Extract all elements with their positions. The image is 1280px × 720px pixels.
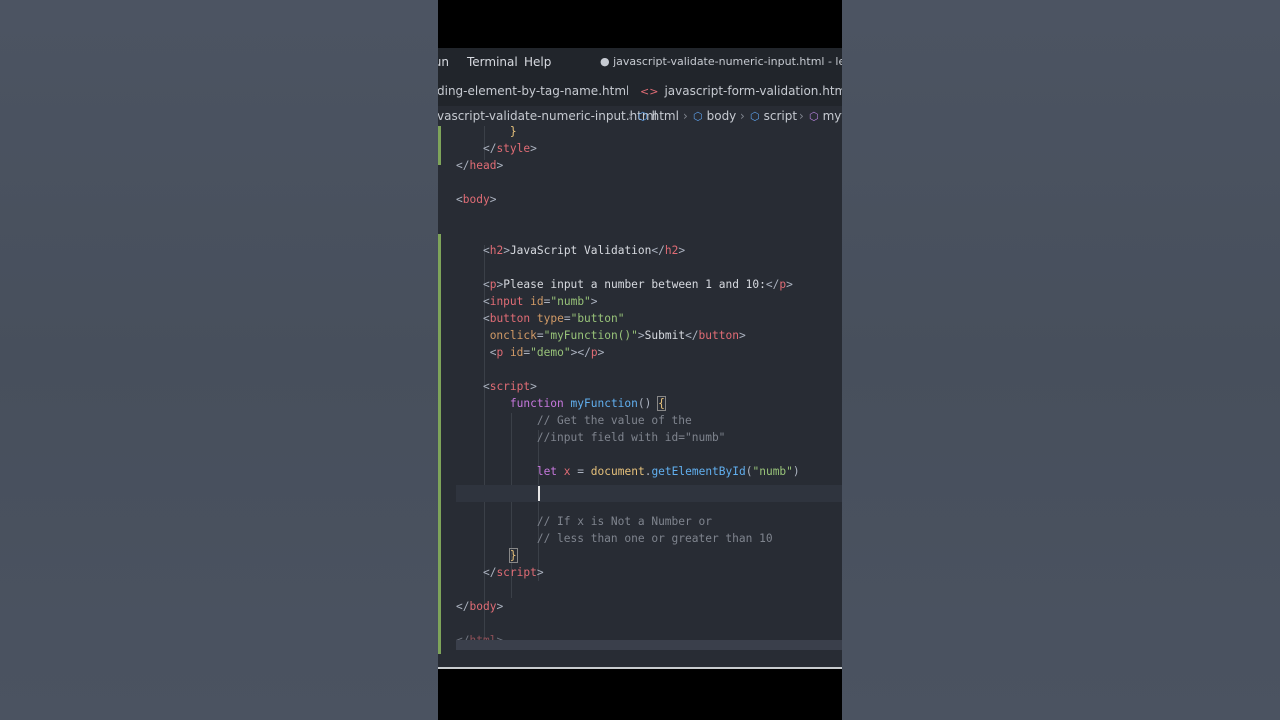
html-file-icon: <> [640,85,659,98]
function-icon: ⬡ [809,110,819,123]
tab-form-validation[interactable]: <> javascript-form-validation.html [628,76,842,106]
chevron-right-icon: › [683,109,688,123]
window-title: ● javascript-validate-numeric-input.html… [600,55,842,68]
tab-label: ding-element-by-tag-name.html [438,84,630,98]
code-editor[interactable]: } </style> </head> <body> <h2>JavaScript… [438,125,842,654]
menu-run[interactable]: Run [438,55,449,69]
tab-finding-element[interactable]: ding-element-by-tag-name.html [438,76,629,106]
blurred-background-left [0,0,438,720]
code-line: <h2>JavaScript Validation</h2> [482,244,686,257]
breadcrumb-script[interactable]: ⬡ script [750,106,797,127]
code-line: // If x is Not a Number or [536,515,712,528]
chevron-right-icon: › [799,109,804,123]
code-line: <p id="demo"></p> [489,346,605,359]
breadcrumb-function[interactable]: ⬡myf [809,106,842,127]
code-line: onclick="myFunction()">Submit</button> [489,329,746,342]
code-line: </script> [482,566,544,579]
git-modified-marker [438,126,441,165]
breadcrumb-body[interactable]: ⬡ body [693,106,736,127]
active-line-highlight [456,485,842,502]
blurred-background-right [842,0,1280,720]
code-line: let x = document.getElementById("numb") [536,465,800,478]
chevron-right-icon: › [740,109,745,123]
horizontal-scrollbar[interactable] [456,640,842,650]
code-line: </body> [456,600,504,613]
menu-help[interactable]: Help [524,55,551,69]
menu-bar: Run Terminal Help ● javascript-validate-… [438,48,842,76]
code-line: // Get the value of the [536,414,692,427]
code-line: // less than one or greater than 10 [536,532,773,545]
code-line: } [508,548,518,563]
code-line: function myFunction() { [509,396,666,411]
code-line: //input field with id="numb" [536,431,726,444]
indent-guide [538,430,539,581]
tab-label: javascript-form-validation.html [664,84,842,98]
chevron-right-icon: › [628,109,633,123]
panel-divider [438,667,842,669]
code-line: } [509,125,517,138]
element-icon: ⬡ [638,110,648,123]
editor-window: Run Terminal Help ● javascript-validate-… [438,48,842,669]
code-line: </head> [456,159,504,172]
breadcrumb-html[interactable]: ⬡ html [638,106,679,127]
code-line: <script> [482,380,537,393]
git-modified-marker [438,234,441,654]
element-icon: ⬡ [750,110,760,123]
code-line: <button type="button" [482,312,625,325]
code-line: <input id="numb"> [482,295,598,308]
code-line: </style> [482,142,537,155]
video-frame: Run Terminal Help ● javascript-validate-… [438,0,842,720]
text-cursor [538,486,540,501]
menu-terminal[interactable]: Terminal [467,55,518,69]
element-icon: ⬡ [693,110,703,123]
code-line: <p>Please input a number between 1 and 1… [482,278,793,291]
editor-tabs: ding-element-by-tag-name.html <> javascri… [438,76,842,106]
code-line: <body> [456,193,497,206]
